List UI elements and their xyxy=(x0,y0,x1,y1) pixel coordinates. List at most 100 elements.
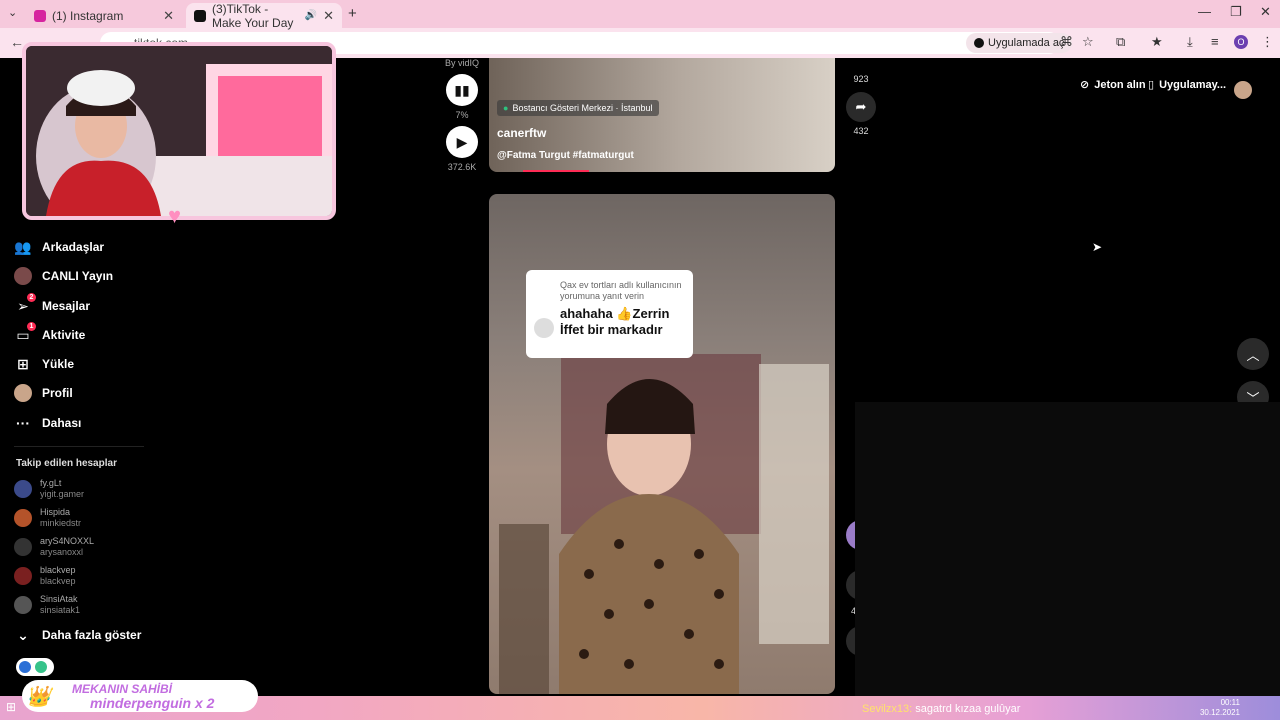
profile-icon xyxy=(14,384,32,402)
show-more-button[interactable]: ⌄ Daha fazla göster xyxy=(14,626,141,644)
menu-icon[interactable]: ⋮ xyxy=(1261,34,1274,50)
sidebar-item-messages[interactable]: ➢ 2 Mesajlar xyxy=(14,293,90,315)
reply-text: ahahaha 👍Zerrin İffet bir markadır xyxy=(560,306,670,337)
alert-title: MEKANIN SAHİBİ xyxy=(72,682,173,696)
sidebar-item-friends[interactable]: 👥 Arkadaşlar xyxy=(14,238,104,256)
video-description[interactable]: @Fatma Turgut #fatmaturgut xyxy=(497,150,634,161)
audio-icon[interactable]: 🔊 xyxy=(305,10,317,21)
sidebar-item-activity[interactable]: ▭ 1 Aktivite xyxy=(14,322,85,344)
percent-label: 7% xyxy=(455,110,469,120)
following-account[interactable]: Hispida minkiedstr xyxy=(14,507,81,529)
widget-icon xyxy=(35,661,47,673)
reply-header: Qax ev tortları adlı kullanıcının yorumu… xyxy=(560,280,682,301)
right-panel xyxy=(855,402,1280,696)
media-icon[interactable]: ≡ xyxy=(1211,34,1219,49)
sidebar-item-live[interactable]: CANLI Yayın xyxy=(14,267,113,285)
tab-tiktok[interactable]: (3)TikTok - Make Your Day 🔊 ✕ xyxy=(186,1,342,30)
extensions-icon[interactable]: ⧉ xyxy=(1116,34,1125,50)
avatar xyxy=(534,318,554,338)
messages-icon: ➢ 2 xyxy=(14,293,36,315)
share-icon: ➦ xyxy=(855,99,867,114)
webcam-feed xyxy=(26,46,332,216)
likes-count: 923 xyxy=(853,74,869,84)
tab-strip: (1) Instagram ✕ (3)TikTok - Make Your Da… xyxy=(0,0,1280,30)
tab-label: (3)TikTok - Make Your Day xyxy=(212,1,294,30)
minimize-icon[interactable]: — xyxy=(1198,4,1211,19)
tiktok-icon xyxy=(194,9,206,22)
messages-badge: 2 xyxy=(27,293,36,302)
close-tab-icon[interactable]: ✕ xyxy=(163,8,174,24)
chevron-up-icon: ︿ xyxy=(1246,347,1260,363)
avatar xyxy=(14,567,32,585)
tab-search-icon[interactable]: ⌄ xyxy=(8,6,17,19)
chevron-down-icon: ⌄ xyxy=(17,626,29,643)
crown-icon: 👑 xyxy=(26,686,51,708)
new-tab-button[interactable]: + xyxy=(348,5,357,22)
prev-actions: 923 ➦ 432 xyxy=(843,58,879,136)
close-window-icon[interactable]: ✕ xyxy=(1260,4,1271,20)
sidebar-item-more[interactable]: ··· Dahası xyxy=(14,414,81,432)
following-account[interactable]: aryS4NOXXL arysanoxxl xyxy=(14,536,94,558)
taskbar-clock[interactable]: 00:11 30.12.2021 xyxy=(1200,698,1240,718)
more-icon: ··· xyxy=(16,415,30,431)
stream-chat-line: Sevilzx13: sagatrd kızaa gulûyar xyxy=(862,703,1020,715)
user-avatar[interactable] xyxy=(1234,81,1252,99)
location-icon: ● xyxy=(503,103,509,113)
widget-icon xyxy=(19,661,31,673)
following-account[interactable]: SinsiAtak sinsiatak1 xyxy=(14,594,80,616)
play-button[interactable]: ▶ xyxy=(446,126,478,158)
webcam-overlay xyxy=(22,42,336,220)
video-frame xyxy=(499,354,829,694)
alert-user: minderpenguin x 2 xyxy=(90,695,215,711)
coin-icon: ⊘ xyxy=(1080,79,1090,91)
previous-video[interactable]: ● Bostancı Gösteri Merkezi · İstanbul ca… xyxy=(489,58,835,172)
instagram-icon xyxy=(34,9,46,22)
following-account[interactable]: fy.gLt yigit.gamer xyxy=(14,478,84,500)
stats-button[interactable]: ▮▮ xyxy=(446,74,478,106)
sidebar-item-upload[interactable]: ⊞ Yükle xyxy=(14,355,74,373)
video-username[interactable]: canerftw xyxy=(497,126,546,140)
open-in-app-button[interactable]: Uygulamada aç xyxy=(966,33,1073,53)
share-button[interactable]: ➦ xyxy=(846,92,876,122)
location-tag[interactable]: ● Bostancı Gösteri Merkezi · İstanbul xyxy=(497,100,659,116)
video-progress[interactable] xyxy=(523,170,589,172)
mouse-cursor-icon: ➤ xyxy=(1092,240,1103,254)
vidiq-panel: By vidIQ ▮▮ 7% ▶ 372.6K xyxy=(444,58,480,172)
phone-icon: ▯ xyxy=(1148,79,1155,91)
live-icon xyxy=(14,267,32,285)
activity-badge: 1 xyxy=(27,322,36,331)
download-icon[interactable]: ⤓ xyxy=(1187,34,1193,50)
views-label: 372.6K xyxy=(447,162,477,172)
close-tab-icon[interactable]: ✕ xyxy=(323,8,334,24)
stream-alert: 👑 MEKANIN SAHİBİ minderpenguin x 2 xyxy=(22,680,258,712)
profile-avatar[interactable]: O xyxy=(1234,35,1248,49)
bookmarks-icon[interactable]: ★ xyxy=(1151,34,1163,50)
reply-sticker: Qax ev tortları adlı kullanıcının yorumu… xyxy=(526,270,693,358)
restore-icon[interactable]: ❐ xyxy=(1230,4,1242,20)
bookmark-star-icon[interactable]: ☆ xyxy=(1082,34,1094,50)
upload-icon: ⊞ xyxy=(17,355,29,372)
following-title: Takip edilen hesaplar xyxy=(16,458,117,469)
tab-instagram[interactable]: (1) Instagram ✕ xyxy=(26,3,182,28)
sidebar-item-profile[interactable]: Profil xyxy=(14,384,73,402)
avatar xyxy=(14,596,32,614)
tiktok-icon xyxy=(974,38,984,48)
avatar xyxy=(14,480,32,498)
tab-label: (1) Instagram xyxy=(52,8,124,23)
play-icon: ▶ xyxy=(456,133,468,150)
get-app-button[interactable]: ▯ Uygulamay... xyxy=(1148,78,1226,92)
chat-user: Sevilzx13: xyxy=(862,703,913,715)
shares-count: 432 xyxy=(853,126,869,136)
activity-icon: ▭ 1 xyxy=(14,322,36,344)
bar-chart-icon: ▮▮ xyxy=(454,81,470,98)
current-video[interactable]: Qax ev tortları adlı kullanıcının yorumu… xyxy=(489,194,835,694)
following-account[interactable]: blackvep blackvep xyxy=(14,565,76,587)
avatar xyxy=(14,538,32,556)
divider xyxy=(14,446,144,447)
chat-message: sagatrd kızaa gulûyar xyxy=(915,703,1021,715)
friends-icon: 👥 xyxy=(14,238,32,255)
windows-start-icon[interactable]: ⊞ xyxy=(6,700,16,714)
scroll-up-button[interactable]: ︿ xyxy=(1237,338,1269,370)
translate-icon[interactable]: ⌘ xyxy=(1060,34,1073,50)
get-coins-button[interactable]: ⊘ Jeton alın xyxy=(1080,78,1146,92)
